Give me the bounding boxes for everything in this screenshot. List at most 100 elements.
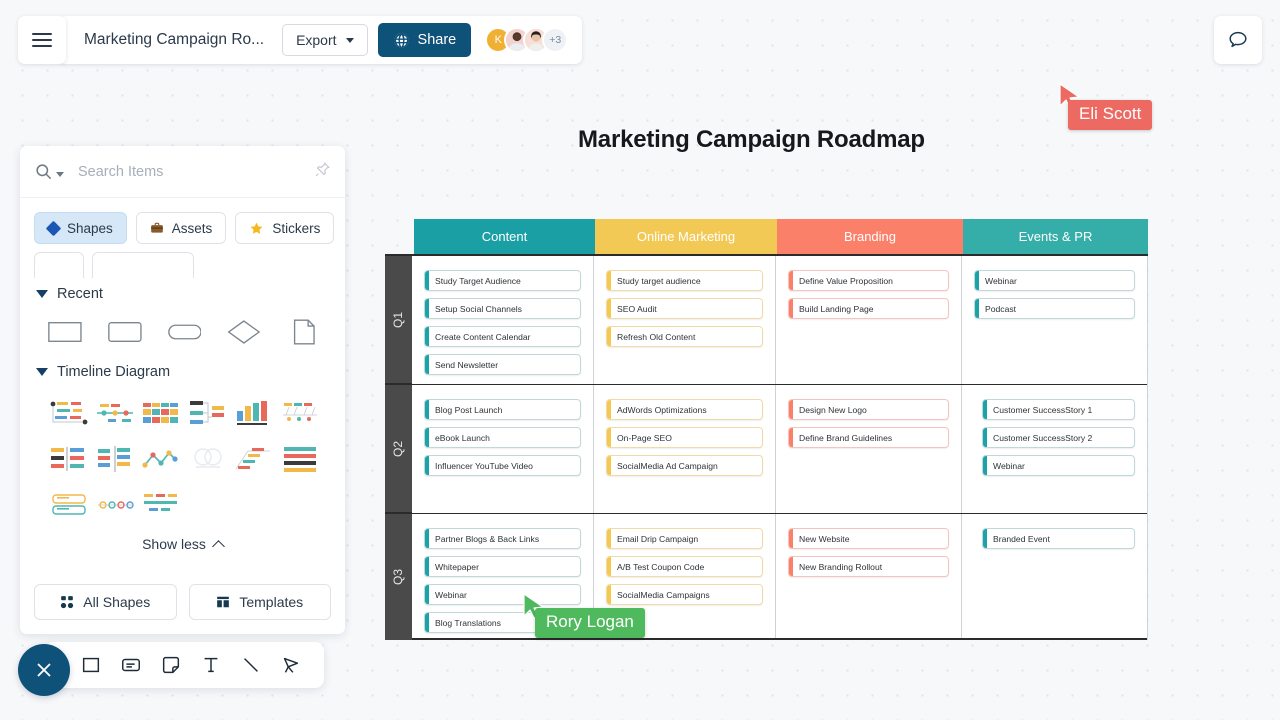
shape-thumbnail[interactable] [185, 442, 231, 476]
comments-button[interactable] [1214, 16, 1262, 64]
shape-thumbnail[interactable] [92, 442, 138, 476]
quarter-text: Q2 [391, 440, 406, 457]
cell-q2-branding: Design New Logo Define Brand Guidelines [776, 385, 962, 513]
diamond-icon [45, 220, 62, 236]
roadmap-card[interactable]: SEO Audit [606, 298, 763, 319]
roadmap-card[interactable]: Webinar [424, 584, 581, 605]
roadmap-card[interactable]: Create Content Calendar [424, 326, 581, 347]
shape-thumbnail[interactable] [277, 396, 323, 430]
export-button[interactable]: Export [282, 24, 368, 56]
roadmap-card[interactable]: Webinar [974, 270, 1135, 291]
shape-thumbnail[interactable] [231, 442, 277, 476]
roadmap-card[interactable]: Customer SuccessStory 2 [982, 427, 1135, 448]
roadmap-card[interactable]: Study target audience [606, 270, 763, 291]
top-bar: Marketing Campaign Ro... Export Share K [18, 16, 583, 64]
roadmap-card[interactable]: eBook Launch [424, 427, 581, 448]
pen-nib-icon[interactable] [280, 652, 302, 678]
roadmap-card[interactable]: Setup Social Channels [424, 298, 581, 319]
grid-dots-icon [61, 596, 74, 609]
chevron-up-icon [212, 539, 225, 553]
diamond-shape[interactable] [227, 318, 261, 346]
quarter-text: Q3 [391, 568, 406, 586]
roadmap-card[interactable]: A/B Test Coupon Code [606, 556, 763, 577]
shape-thumbnail[interactable] [92, 488, 138, 522]
tab-stickers[interactable]: Stickers [235, 212, 335, 244]
document-title[interactable]: Marketing Campaign Ro... [84, 31, 264, 49]
shape-thumbnail[interactable] [138, 488, 184, 522]
roadmap-card[interactable]: Whitepaper [424, 556, 581, 577]
shape-thumbnail[interactable] [138, 442, 184, 476]
secondary-tab-2[interactable] [92, 252, 194, 278]
avatar-overflow-count[interactable]: +3 [542, 27, 569, 53]
section-timeline-diagram[interactable]: Timeline Diagram [36, 364, 331, 380]
document-shape[interactable] [287, 318, 321, 346]
quarter-text: Q1 [391, 311, 406, 328]
roadmap-card[interactable]: AdWords Optimizations [606, 399, 763, 420]
document-toolbar: Marketing Campaign Ro... Export Share K [58, 16, 583, 64]
shape-thumbnail[interactable] [277, 442, 323, 476]
roadmap-card[interactable]: Build Landing Page [788, 298, 949, 319]
briefcase-icon [150, 222, 163, 233]
roadmap-card[interactable]: SocialMedia Campaigns [606, 584, 763, 605]
collaborator-avatars[interactable]: K +3 [485, 27, 569, 53]
show-less-button[interactable]: Show less [34, 536, 331, 553]
shape-thumbnail[interactable] [138, 396, 184, 430]
roadmap-card[interactable]: Define Value Proposition [788, 270, 949, 291]
roadmap-card[interactable]: Customer SuccessStory 1 [982, 399, 1135, 420]
shape-thumbnail[interactable] [46, 396, 92, 430]
shape-thumbnail[interactable] [185, 396, 231, 430]
square-icon[interactable] [80, 652, 102, 678]
tab-assets[interactable]: Assets [135, 212, 227, 244]
roadmap-card[interactable]: Webinar [982, 455, 1135, 476]
search-input[interactable] [78, 163, 288, 180]
section-recent[interactable]: Recent [36, 286, 331, 302]
hamburger-icon [32, 33, 52, 47]
roadmap-card[interactable]: Blog Post Launch [424, 399, 581, 420]
share-button[interactable]: Share [377, 23, 472, 57]
roadmap-card[interactable]: Influencer YouTube Video [424, 455, 581, 476]
menu-button[interactable] [18, 16, 66, 64]
shape-thumbnail[interactable] [231, 396, 277, 430]
templates-button[interactable]: Templates [188, 584, 331, 620]
chevron-down-icon [56, 171, 64, 177]
roadmap-card[interactable]: Podcast [974, 298, 1135, 319]
tab-stickers-label: Stickers [272, 220, 321, 236]
roadmap-card[interactable]: Send Newsletter [424, 354, 581, 375]
close-panel-button[interactable] [18, 644, 70, 696]
globe-icon [393, 32, 409, 48]
shape-thumbnail[interactable] [46, 488, 92, 522]
shape-thumbnail[interactable] [46, 442, 92, 476]
roadmap-card[interactable]: SocialMedia Ad Campaign [606, 455, 763, 476]
app-root: Marketing Campaign Ro... Export Share K [0, 0, 1280, 720]
text-t-icon[interactable] [200, 652, 222, 678]
roadmap-card[interactable]: Refresh Old Content [606, 326, 763, 347]
roadmap-card[interactable]: Partner Blogs & Back Links [424, 528, 581, 549]
secondary-tab-1[interactable] [34, 252, 84, 278]
cell-q1-online-marketing: Study target audience SEO Audit Refresh … [594, 256, 776, 384]
roadmap-card[interactable]: Study Target Audience [424, 270, 581, 291]
roadmap-board: Content Online Marketing Branding Events… [385, 219, 1148, 640]
all-shapes-button[interactable]: All Shapes [34, 584, 177, 620]
roadmap-card[interactable]: On-Page SEO [606, 427, 763, 448]
quarter-label-q3: Q3 [385, 514, 412, 640]
search-icon[interactable] [34, 162, 64, 181]
shape-thumbnail[interactable] [92, 396, 138, 430]
card-icon[interactable] [120, 652, 142, 678]
rectangle-shape[interactable] [48, 318, 82, 346]
line-icon[interactable] [240, 652, 262, 678]
tab-shapes[interactable]: Shapes [34, 212, 127, 244]
secondary-tabs [20, 244, 345, 278]
roadmap-card[interactable]: Design New Logo [788, 399, 949, 420]
chevron-down-icon [345, 37, 354, 43]
roadmap-card[interactable]: Define Brand Guidelines [788, 427, 949, 448]
roadmap-card[interactable]: New Branding Rollout [788, 556, 949, 577]
tab-shapes-label: Shapes [67, 220, 113, 236]
pin-icon[interactable] [314, 161, 331, 183]
roadmap-card[interactable]: New Website [788, 528, 949, 549]
rounded-rectangle-shape[interactable] [107, 318, 142, 346]
cell-q2-online-marketing: AdWords Optimizations On-Page SEO Social… [594, 385, 776, 513]
roadmap-card[interactable]: Branded Event [982, 528, 1135, 549]
roadmap-card[interactable]: Email Drip Campaign [606, 528, 763, 549]
pill-shape[interactable] [167, 318, 202, 346]
sticky-note-icon[interactable] [160, 652, 182, 678]
